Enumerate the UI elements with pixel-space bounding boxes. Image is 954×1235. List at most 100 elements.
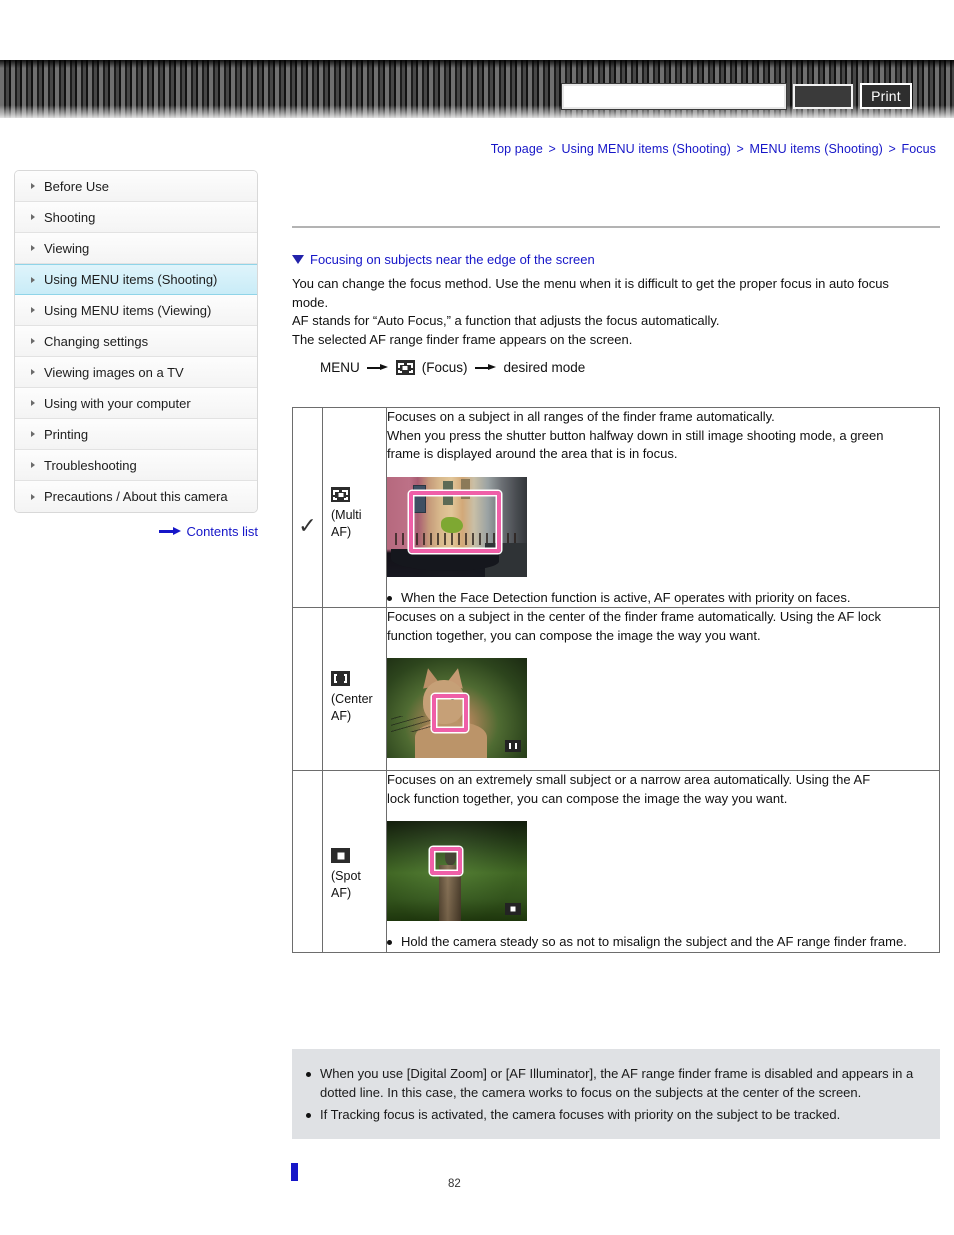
sidebar-item-label: Using MENU items (Shooting) (44, 272, 218, 287)
row-note-text: Hold the camera steady so as not to misa… (401, 934, 907, 949)
sidebar-nav: Before Use Shooting Viewing Using MENU i… (14, 170, 258, 513)
mode-label-line2: AF) (331, 525, 352, 539)
mode-cell: (Center AF) (322, 607, 387, 771)
bullet-icon (306, 1072, 311, 1077)
description-line: Focuses on a subject in the center of th… (387, 609, 882, 624)
main-content: Focusing on subjects near the edge of th… (292, 170, 940, 953)
breadcrumb-separator: > (736, 142, 744, 156)
af-range-finder-frame (430, 847, 462, 875)
page-number: 82 (448, 1178, 461, 1190)
arrow-right-icon (474, 363, 497, 373)
section-subheading-label: Focusing on subjects near the edge of th… (310, 252, 595, 267)
description-line: Focuses on a subject in all ranges of th… (387, 409, 775, 424)
chevron-right-icon (31, 431, 35, 437)
chevron-right-icon (31, 462, 35, 468)
intro-line: mode. (292, 294, 329, 310)
chevron-right-icon (31, 307, 35, 313)
page-marker (291, 1163, 298, 1181)
multi-af-sample-image (387, 476, 527, 577)
sidebar-item-printing[interactable]: Printing (15, 419, 257, 450)
default-marker-cell (292, 607, 323, 771)
menu-path-end: desired mode (503, 360, 586, 375)
description-line: lock function together, you can compose … (387, 790, 788, 806)
sidebar-item-changing-settings[interactable]: Changing settings (15, 326, 257, 357)
mode-cell: (Multi AF) (322, 407, 387, 608)
mode-label-line2: AF) (331, 886, 352, 900)
center-af-icon (331, 671, 350, 687)
sidebar-item-label: Printing (44, 426, 89, 442)
description-line: When you press the shutter button halfwa… (387, 427, 884, 443)
table-row: (Spot AF) Focuses on an extremely small … (292, 770, 940, 953)
chevron-right-icon (31, 400, 35, 406)
intro-line: AF stands for “Auto Focus,” a function t… (292, 313, 720, 328)
chevron-right-icon (31, 276, 35, 283)
sidebar-item-label: Shooting (44, 209, 96, 225)
breadcrumb-item-using-menu-items-shooting[interactable]: Using MENU items (Shooting) (562, 142, 731, 156)
sidebar-item-precautions-about-this-camera[interactable]: Precautions / About this camera (15, 481, 257, 512)
sidebar-item-label: Precautions / About this camera (44, 489, 228, 504)
sidebar-item-viewing-images-on-a-tv[interactable]: Viewing images on a TV (15, 357, 257, 388)
search-input[interactable] (561, 82, 787, 110)
default-marker-cell (292, 770, 323, 953)
sidebar-item-label: Viewing (44, 240, 90, 256)
intro-line: The selected AF range finder frame appea… (292, 331, 633, 347)
sidebar-item-using-menu-items-shooting[interactable]: Using MENU items (Shooting) (15, 264, 257, 295)
bottom-notes-box: When you use [Digital Zoom] or [AF Illum… (292, 1049, 940, 1139)
focus-icon (395, 360, 415, 375)
af-modes-table: ✓ (Multi AF) Focuses on a subject in all… (292, 407, 940, 953)
sidebar-item-troubleshooting[interactable]: Troubleshooting (15, 450, 257, 481)
breadcrumb-separator: > (548, 142, 556, 156)
sidebar-item-using-menu-items-viewing[interactable]: Using MENU items (Viewing) (15, 295, 257, 326)
table-row: (Center AF) Focuses on a subject in the … (292, 607, 940, 771)
menu-path-icon-label: (Focus) (421, 360, 468, 375)
bottom-note-text: If Tracking focus is activated, the came… (320, 1107, 841, 1122)
description-cell: Focuses on an extremely small subject or… (386, 770, 940, 953)
spot-af-sample-image (387, 821, 527, 921)
mode-label-line1: (Multi (331, 508, 362, 522)
sidebar-item-label: Before Use (44, 178, 110, 194)
mode-cell: (Spot AF) (322, 770, 387, 953)
sidebar-item-label: Troubleshooting (44, 457, 137, 473)
breadcrumb-item-top-page[interactable]: Top page (491, 142, 543, 156)
bottom-note-text: When you use [Digital Zoom] or [AF Illum… (320, 1066, 914, 1100)
af-range-finder-frame (409, 490, 501, 553)
breadcrumb-item-menu-items-shooting[interactable]: MENU items (Shooting) (750, 142, 883, 156)
bullet-icon (387, 940, 392, 945)
sidebar-item-label: Using with your computer (44, 395, 191, 411)
sidebar-item-shooting[interactable]: Shooting (15, 202, 257, 233)
section-subheading[interactable]: Focusing on subjects near the edge of th… (292, 252, 940, 267)
chevron-right-icon (31, 493, 35, 500)
checkmark-icon: ✓ (298, 514, 317, 539)
triangle-down-icon (292, 255, 304, 264)
sidebar-item-label: Viewing images on a TV (44, 364, 184, 380)
default-marker-cell: ✓ (292, 407, 323, 608)
sidebar-item-label: Changing settings (44, 333, 149, 349)
sidebar-item-viewing[interactable]: Viewing (15, 233, 257, 264)
arrow-right-icon (159, 527, 182, 536)
breadcrumb: Top page > Using MENU items (Shooting) >… (491, 142, 936, 156)
print-button[interactable]: Print (860, 83, 912, 109)
description-line: function together, you can compose the i… (387, 627, 761, 643)
spot-af-icon (331, 848, 350, 864)
multi-af-icon (331, 487, 350, 503)
intro-line: You can change the focus method. Use the… (292, 276, 889, 291)
contents-list-link[interactable]: Contents list (186, 524, 258, 539)
row-note-text: When the Face Detection function is acti… (401, 589, 851, 605)
spot-af-badge-icon (505, 903, 521, 915)
arrow-right-icon (366, 363, 389, 373)
title-divider (292, 226, 940, 228)
sidebar-item-before-use[interactable]: Before Use (15, 171, 257, 202)
menu-path-start: MENU (320, 360, 360, 375)
bottom-note-item: When you use [Digital Zoom] or [AF Illum… (306, 1065, 926, 1102)
sidebar-item-using-with-your-computer[interactable]: Using with your computer (15, 388, 257, 419)
description-cell: Focuses on a subject in all ranges of th… (386, 407, 940, 608)
mode-label-line2: AF) (331, 709, 352, 723)
search-button[interactable] (793, 83, 853, 109)
chevron-right-icon (31, 338, 35, 344)
row-note: When the Face Detection function is acti… (387, 589, 939, 608)
table-row: ✓ (Multi AF) Focuses on a subject in all… (292, 407, 940, 608)
description-line: frame is displayed around the area that … (387, 446, 678, 461)
center-af-badge-icon (505, 740, 521, 752)
breadcrumb-item-focus[interactable]: Focus (901, 142, 936, 156)
breadcrumb-separator: > (888, 142, 896, 156)
